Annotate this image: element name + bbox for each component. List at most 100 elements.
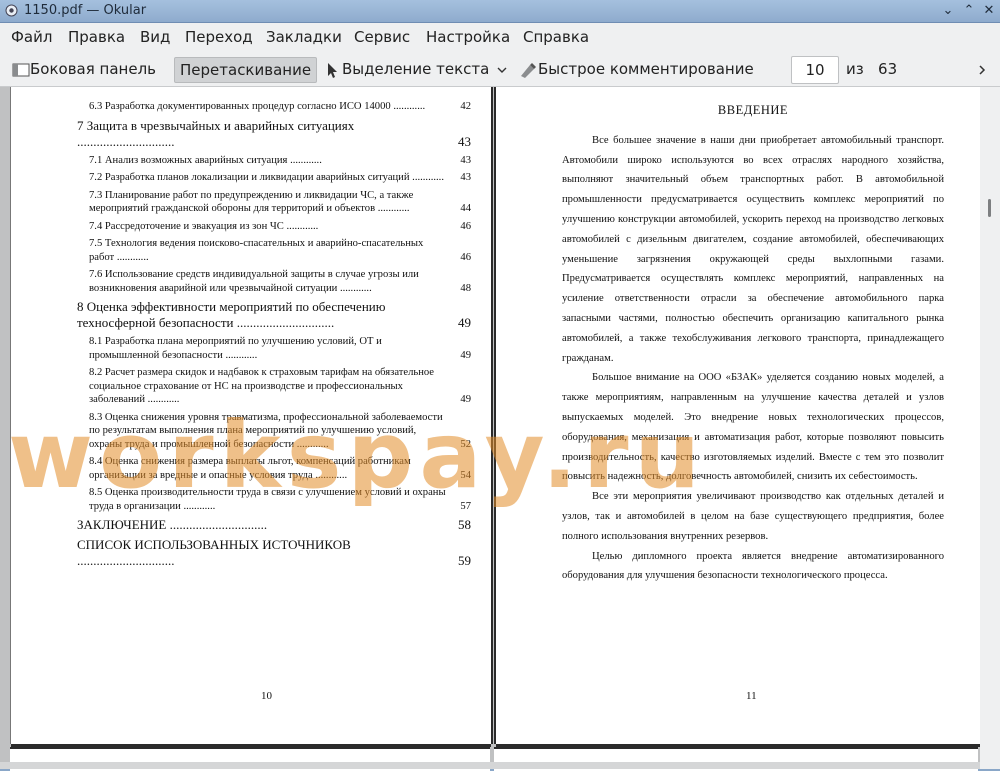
toc-leader-dots: .............................. [166,517,268,532]
toc-entry: 8.2 Расчет размера скидок и надбавок к с… [77,366,471,407]
toc-leader-dots: ............ [180,500,216,512]
of-label: из [846,60,864,78]
toc-entry-page: 58 [458,517,471,532]
text-select-icon [328,62,337,78]
toc-entry: ЗАКЛЮЧЕНИЕ .............................… [77,517,471,533]
document-viewport[interactable]: 6.3 Разработка документированных процеду… [0,87,1000,771]
menu-edit[interactable]: Правка [68,28,125,46]
window-title: 1150.pdf — Okular [24,3,147,18]
toc-leader-dots: ............ [312,469,348,481]
menu-go[interactable]: Переход [185,28,253,46]
toc-leader-dots: ............ [390,101,426,112]
intro-paragraph: Большое внимание на ООО «БЗАК» уделяется… [562,372,944,483]
toc-entry-page: 48 [460,282,471,294]
intro-heading: ВВЕДЕНИЕ [717,103,789,117]
highlighter-icon [521,62,536,78]
close-icon[interactable]: ✕ [981,3,997,19]
horizontal-scrollbar[interactable] [0,762,980,769]
toc-entry-page: 49 [458,315,471,330]
toc-leader-dots: ............ [375,203,410,214]
text-select-button[interactable]: Выделение текста [324,57,489,81]
drag-mode-button[interactable]: Перетаскивание [174,57,318,83]
toc-leader-dots: ............ [287,154,322,166]
toc-leader-dots: .............................. [77,133,175,149]
toc-entry-title: 7.1 Анализ возможных аварийных ситуация [89,154,288,166]
toc-entry-page: 44 [460,203,471,214]
page-number-input[interactable]: 10 [791,56,839,84]
toc-entry-title: 7.3 Планирование работ по предупреждению… [89,189,414,215]
intro-paragraph: Все большее значение в наши дни приобрет… [562,134,944,364]
vertical-scrollbar[interactable] [980,87,1000,769]
toc-entry-title: 8 Оценка эффективности мероприятий по об… [77,299,386,330]
toc-entry-title: 7.4 Рассредоточение и эвакуация из зон Ч… [89,220,284,232]
minimize-icon[interactable]: ⌄ [940,3,956,19]
toc-entry: СПИСОК ИСПОЛЬЗОВАННЫХ ИСТОЧНИКОВ .......… [77,537,471,569]
toc-leader-dots: ............ [114,251,149,263]
toc-leader-dots: ............ [409,172,444,183]
toc-leader-dots: ............ [337,282,372,294]
text-select-label: Выделение текста [342,60,490,78]
toc-entry: 8 Оценка эффективности мероприятий по об… [77,299,471,331]
okular-window: 1150.pdf — Okular ⌄ ⌃ ✕ Файл Правка Вид … [0,0,1000,771]
page-10: 6.3 Разработка документированных процеду… [10,87,493,747]
title-bar: 1150.pdf — Okular ⌄ ⌃ ✕ [0,0,1000,23]
toc-entry-title: ЗАКЛЮЧЕНИЕ [77,517,167,532]
toc-entry-page: 49 [460,394,471,405]
menu-file[interactable]: Файл [11,28,52,46]
toc-entry: 8.1 Разработка плана мероприятий по улуч… [77,335,471,362]
quick-annotation-button[interactable]: Быстрое комментирование [518,57,754,81]
toc-entry: 7.4 Рассредоточение и эвакуация из зон Ч… [77,220,471,234]
toc-entry-page: 52 [460,438,471,450]
toc-entry-title: 6.3 Разработка документированных процеду… [89,101,391,112]
maximize-icon[interactable]: ⌃ [961,3,977,19]
toc-entry-title: 8.4 Оценка снижения размера выплаты льго… [89,456,411,481]
menu-bar: Файл Правка Вид Переход Закладки Сервис … [0,23,1000,51]
toc-entry: 7.3 Планирование работ по предупреждению… [77,189,471,216]
toc-entry-page: 43 [458,133,471,149]
toc-entry-title: 8.3 Оценка снижения уровня травматизма, … [89,411,443,450]
sidebar-icon [12,63,30,76]
table-of-contents: 6.3 Разработка документированных процеду… [77,100,471,573]
page-number-left: 10 [261,690,272,702]
toc-leader-dots: .............................. [233,315,335,330]
sidebar-button[interactable]: Боковая панель [12,57,156,81]
quick-annotation-label: Быстрое комментирование [538,60,754,78]
menu-tools[interactable]: Сервис [354,28,410,46]
page-11: ВВЕДЕНИЕ Все большее значение в наши дни… [494,87,982,747]
toc-leader-dots: .............................. [77,553,175,568]
menu-settings[interactable]: Настройка [426,28,510,46]
okular-app-icon [5,4,18,17]
toc-entry-title: 8.2 Расчет размера скидок и надбавок к с… [89,367,434,405]
toc-entry: 8.4 Оценка снижения размера выплаты льго… [77,455,471,482]
menu-bookmarks[interactable]: Закладки [266,28,342,46]
toc-entry-title: 7.2 Разработка планов локализации и ликв… [89,172,410,183]
total-pages: 63 [878,60,898,78]
toc-entry: 7.6 Использование средств индивидуальной… [77,268,471,295]
selection-mode-dropdown[interactable] [496,57,508,81]
toc-entry-page: 59 [458,553,471,568]
sidebar-button-label: Боковая панель [30,60,156,78]
toc-entry: 7 Защита в чрезвычайных и аварийных ситу… [77,118,471,150]
menu-help[interactable]: Справка [523,28,589,46]
page-number-right: 11 [746,690,757,702]
toc-leader-dots: ............ [145,394,180,405]
toc-entry: 7.2 Разработка планов локализации и ликв… [77,171,471,185]
menu-view[interactable]: Вид [140,28,170,46]
toc-entry: 8.3 Оценка снижения уровня травматизма, … [77,411,471,452]
toc-entry: 7.1 Анализ возможных аварийных ситуация … [77,154,471,168]
toc-entry-page: 46 [460,251,471,263]
intro-text: ВВЕДЕНИЕ Все большее значение в наши дни… [562,101,944,586]
toc-leader-dots: ............ [222,349,258,361]
toc-entry-page: 49 [460,349,471,361]
page-count-label: из 63 [846,57,897,81]
toolbar-overflow-icon[interactable] [976,57,988,81]
chevron-down-icon [497,67,507,73]
toc-entry-page: 42 [460,101,471,112]
toc-entry: 7.5 Технология ведения поисково-спасател… [77,237,471,264]
toc-leader-dots: ............ [294,438,329,450]
scrollbar-thumb[interactable] [988,199,991,217]
toc-entry-title: 8.5 Оценка производительности труда в св… [89,487,446,512]
toc-entry: 8.5 Оценка производительности труда в св… [77,486,471,513]
toc-entry-page: 43 [460,172,471,183]
toc-leader-dots: ............ [283,220,319,232]
